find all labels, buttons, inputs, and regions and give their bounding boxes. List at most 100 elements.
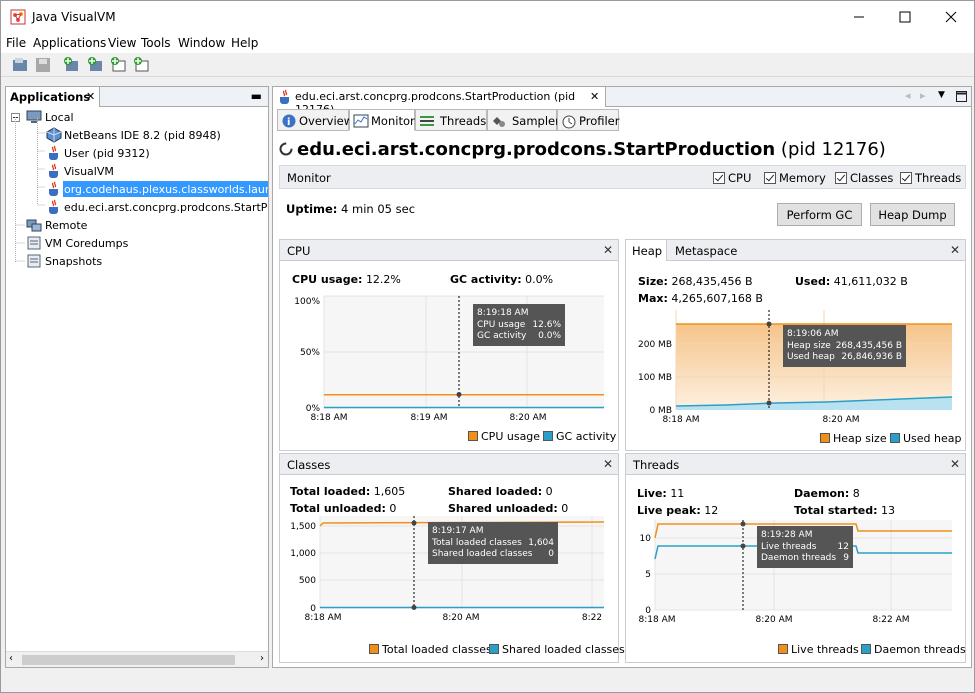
tab-scroll-right-icon[interactable]: ▸ [920, 89, 926, 102]
classes-checkbox[interactable]: Classes [835, 171, 893, 185]
checkbox-label: CPU [728, 171, 752, 185]
legend-label: CPU usage [481, 430, 541, 443]
tab-overview[interactable]: i Overview [277, 109, 353, 131]
legend-label: Total loaded classes [382, 643, 492, 656]
tree-item-label: org.codehaus.plexus.classworlds.launcher [63, 181, 268, 197]
tooltip-time: 8:19:18 AM [477, 308, 528, 318]
y-tick-label: 500 [299, 576, 316, 586]
maximize-button[interactable] [882, 1, 928, 33]
maximize-pane-icon[interactable] [956, 91, 967, 102]
horizontal-scrollbar[interactable]: ‹ › [6, 651, 268, 667]
cpu-panel-title: CPU [287, 244, 311, 258]
y-tick-label: 1,500 [290, 522, 316, 532]
cpu-panel: CPU ✕ CPU usage: 12.2% GC activity: 0.0% … [279, 239, 619, 451]
hover-point [411, 520, 417, 526]
checkbox-label: Memory [779, 171, 826, 185]
tab-applications[interactable]: Applications ✕ [6, 87, 100, 107]
stat-label: Total loaded: [290, 485, 371, 498]
tab-profiler[interactable]: Profiler [557, 109, 620, 131]
snapshot-tool-icon[interactable] [133, 56, 151, 74]
menu-applications[interactable]: Applications [33, 36, 106, 50]
x-tick-label: 8:18 AM [663, 415, 700, 425]
close-icon[interactable]: ✕ [950, 243, 960, 257]
stat-value: 1,605 [373, 485, 406, 498]
classes-panel-title: Classes [287, 458, 331, 472]
tab-scroll-left-icon[interactable]: ◂ [905, 89, 911, 102]
threads-chart: 10 5 0 8:18 AM 8:20 AM 8:22 AM 8:19:28 A… [639, 520, 952, 625]
monitor-icon [353, 114, 369, 128]
menu-window[interactable]: Window [178, 36, 225, 50]
close-icon[interactable]: ✕ [590, 90, 599, 103]
tab-profiler-label: Profiler [579, 114, 620, 128]
svg-text:i: i [287, 117, 290, 128]
y-tick-label: 1,000 [290, 549, 316, 559]
toolbar [1, 53, 974, 77]
tab-list-icon[interactable]: ▼ [938, 90, 945, 100]
memory-checkbox[interactable]: Memory [764, 171, 826, 185]
classes-panel-header: Classes ✕ [280, 454, 618, 475]
close-button[interactable] [928, 1, 974, 33]
tab-threads[interactable]: Threads [415, 109, 487, 131]
threads-icon [420, 116, 434, 126]
tree-item-label: edu.eci.arst.concprg.prodcons.StartProdu [64, 201, 268, 214]
stat-label: Shared unloaded: [448, 502, 558, 515]
threads-checkbox[interactable]: Threads [900, 171, 961, 185]
cpu-checkbox[interactable]: CPU [713, 171, 751, 185]
total-unloaded-stat: Total unloaded: 0 [290, 502, 396, 515]
x-tick-label: 8:19 AM [411, 413, 448, 423]
legend-total-loaded: Total loaded classes [369, 643, 492, 656]
tab-sampler[interactable]: Sampler [487, 109, 560, 131]
document-tab[interactable]: edu.eci.arst.concprg.prodcons.StartProdu… [273, 87, 606, 116]
load-snapshot-icon[interactable] [11, 56, 29, 74]
heap-used-stat: Used: 41,611,032 B [795, 275, 908, 288]
close-icon[interactable]: ✕ [603, 243, 613, 257]
thread-dump-icon[interactable] [110, 56, 128, 74]
total-loaded-stat: Total loaded: 1,605 [290, 485, 405, 498]
menu-view[interactable]: View [108, 36, 136, 50]
stat-label: Shared loaded: [448, 485, 543, 498]
save-icon[interactable] [34, 56, 52, 74]
stat-value: 8 [852, 487, 860, 500]
heap-dump-button[interactable]: Heap Dump [870, 203, 955, 226]
close-icon [945, 11, 957, 23]
scrollbar-thumb[interactable] [22, 655, 235, 665]
minimize-pane-icon[interactable]: ▬ [251, 89, 262, 103]
uptime-value: 4 min 05 sec [341, 202, 416, 216]
minimize-icon [854, 16, 864, 18]
scroll-right-icon[interactable]: › [260, 653, 264, 664]
live-peak-stat: Live peak: 12 [637, 504, 718, 517]
cpu-usage-stat: CPU usage: 12.2% [292, 273, 401, 286]
hover-point [740, 521, 746, 527]
document-pane: edu.eci.arst.concprg.prodcons.StartProdu… [272, 86, 972, 668]
close-icon[interactable]: ✕ [603, 457, 613, 471]
legend-label: Daemon threads [874, 643, 966, 656]
title-bar: Java VisualVM [1, 1, 974, 33]
x-tick-label: 8:18 AM [311, 413, 348, 423]
shared-unloaded-stat: Shared unloaded: 0 [448, 502, 568, 515]
cpu-tooltip: 8:19:18 AM CPU usage 12.6% GC activity 0… [473, 304, 565, 346]
heap-dump-icon[interactable] [87, 56, 105, 74]
add-jmx-connection-icon[interactable] [63, 56, 81, 74]
close-icon[interactable]: ✕ [950, 457, 960, 471]
tooltip-value: 12.6% [532, 320, 561, 330]
tab-heap[interactable]: Heap [626, 240, 667, 261]
hover-point [740, 543, 746, 549]
tooltip-value: 0 [548, 549, 554, 559]
tab-sampler-label: Sampler [512, 114, 560, 128]
tooltip-time: 8:19:06 AM [787, 329, 838, 339]
x-tick-label: 8:20 AM [756, 615, 793, 625]
scroll-left-icon[interactable]: ‹ [9, 653, 13, 664]
stat-value: 12 [704, 504, 719, 517]
menu-help[interactable]: Help [231, 36, 258, 50]
menu-file[interactable]: File [6, 36, 26, 50]
heap-panel-header: Heap Metaspace ✕ [626, 240, 965, 261]
close-icon[interactable]: ✕ [86, 90, 95, 103]
visualvm-app-icon [10, 9, 26, 25]
tab-monitor[interactable]: Monitor [349, 109, 415, 131]
applications-pane: Applications ✕ ▬ Local NetBeans IDE 8.2 … [5, 86, 269, 668]
minimize-button[interactable] [836, 1, 882, 33]
menu-tools[interactable]: Tools [141, 36, 171, 50]
uptime-label: Uptime: [286, 202, 338, 216]
perform-gc-button[interactable]: Perform GC [777, 203, 862, 226]
tab-metaspace[interactable]: Metaspace [675, 244, 737, 258]
